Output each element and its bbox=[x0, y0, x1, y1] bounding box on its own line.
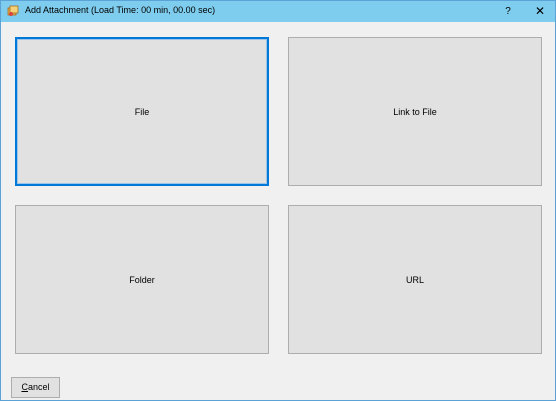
window-title: Add Attachment (Load Time: 00 min, 00.00… bbox=[25, 5, 216, 15]
file-button[interactable]: File bbox=[15, 37, 269, 186]
folder-button-label: Folder bbox=[129, 274, 155, 285]
help-button[interactable]: ? bbox=[495, 1, 521, 22]
url-button-label: URL bbox=[405, 274, 424, 285]
file-button-label: File bbox=[134, 106, 150, 117]
app-icon bbox=[7, 5, 19, 16]
folder-button[interactable]: Folder bbox=[15, 205, 269, 354]
cancel-label-rest: ancel bbox=[27, 382, 50, 392]
add-attachment-dialog: Add Attachment (Load Time: 00 min, 00.00… bbox=[0, 0, 556, 401]
link-to-file-button[interactable]: Link to File bbox=[288, 37, 542, 186]
url-button[interactable]: URL bbox=[288, 205, 542, 354]
title-bar[interactable]: Add Attachment (Load Time: 00 min, 00.00… bbox=[1, 1, 555, 22]
link-to-file-button-label: Link to File bbox=[393, 106, 437, 117]
cancel-button[interactable]: Cancel bbox=[11, 377, 60, 398]
close-button[interactable]: ✕ bbox=[525, 1, 555, 22]
